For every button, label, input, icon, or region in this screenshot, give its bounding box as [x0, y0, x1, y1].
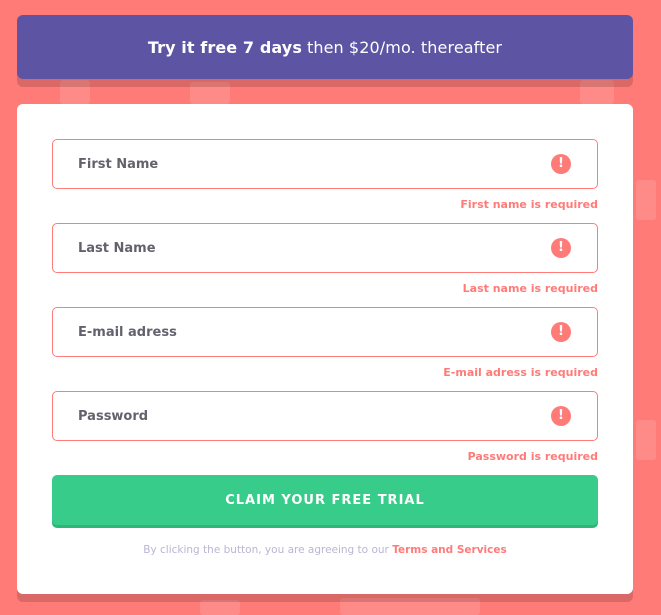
error-icon: !	[551, 238, 571, 258]
last-name-group: ! Last name is required	[52, 223, 598, 295]
background-decoration	[580, 80, 614, 104]
error-icon: !	[551, 154, 571, 174]
error-icon: !	[551, 322, 571, 342]
background-decoration	[636, 420, 656, 460]
first-name-input[interactable]	[53, 140, 513, 188]
terms-text: By clicking the button, you are agreeing…	[143, 544, 389, 556]
password-field-wrapper: !	[52, 391, 598, 441]
trial-banner: Try it free 7 days then $20/mo. thereaft…	[17, 15, 633, 79]
background-decoration	[340, 598, 480, 615]
signup-card: ! First name is required ! Last name is …	[17, 104, 633, 594]
email-field-wrapper: !	[52, 307, 598, 357]
last-name-error: Last name is required	[462, 282, 598, 295]
first-name-group: ! First name is required	[52, 139, 598, 211]
banner-highlight: Try it free 7 days	[147, 37, 302, 57]
email-input[interactable]	[53, 308, 513, 356]
password-error: Password is required	[467, 450, 598, 463]
banner-text: then $20/mo. thereafter	[306, 37, 503, 57]
background-decoration	[60, 80, 90, 104]
first-name-field-wrapper: !	[52, 139, 598, 189]
background-decoration	[190, 82, 230, 104]
email-error: E-mail adress is required	[443, 366, 598, 379]
terms-notice: By clicking the button, you are agreeing…	[17, 544, 633, 556]
background-decoration	[636, 180, 656, 220]
password-input[interactable]	[53, 392, 513, 440]
first-name-error: First name is required	[460, 198, 598, 211]
password-group: ! Password is required	[52, 391, 598, 463]
background-decoration	[200, 600, 240, 615]
terms-link[interactable]: Terms and Services	[392, 544, 507, 556]
last-name-field-wrapper: !	[52, 223, 598, 273]
last-name-input[interactable]	[53, 224, 513, 272]
email-group: ! E-mail adress is required	[52, 307, 598, 379]
claim-free-trial-button[interactable]: CLAIM YOUR FREE TRIAL	[52, 475, 598, 525]
error-icon: !	[551, 406, 571, 426]
